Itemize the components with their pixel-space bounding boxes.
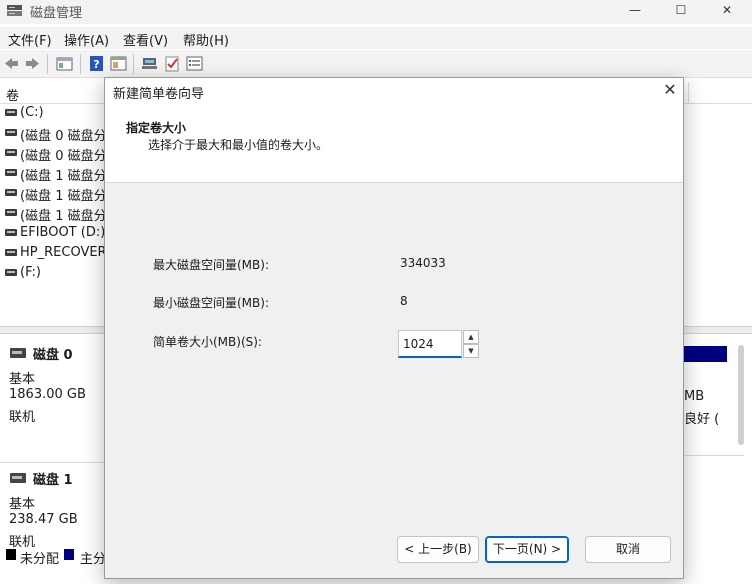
column-header-cell[interactable] — [688, 82, 744, 104]
back-button[interactable]: < 上一步(B) — [397, 536, 479, 563]
wizard-step-subtitle: 选择介于最大和最小值的卷大小。 — [148, 138, 329, 152]
volume-icon — [5, 189, 17, 196]
legend-unallocated-label: 未分配 — [20, 552, 60, 567]
new-simple-volume-wizard: 新建简单卷向导 ✕ 指定卷大小 选择介于最大和最小值的卷大小。 最大磁盘空间量(… — [104, 77, 684, 579]
menu-file[interactable]: 文件(F) — [8, 30, 52, 49]
volume-icon — [5, 129, 17, 136]
disk-management-icon — [7, 5, 22, 16]
menu-help[interactable]: 帮助(H) — [183, 30, 229, 49]
dialog-titlebar: 新建简单卷向导 ✕ — [105, 78, 683, 105]
toolbar-separator — [80, 54, 81, 74]
max-space-label: 最大磁盘空间量(MB): — [153, 258, 269, 272]
back-icon[interactable] — [3, 55, 20, 72]
partition-size-partial: MB — [684, 389, 705, 404]
app-title: 磁盘管理 — [30, 6, 83, 21]
menu-view[interactable]: 查看(V) — [123, 30, 168, 49]
toolbar: ? — [0, 50, 752, 78]
min-space-label: 最小磁盘空间量(MB): — [153, 296, 269, 310]
disk-type: 基本 — [9, 372, 36, 387]
volume-label: (F:) — [20, 265, 41, 280]
volume-label: (C:) — [20, 105, 44, 120]
spin-down-button[interactable]: ▼ — [463, 344, 479, 358]
volume-row[interactable]: (磁盘 0 磁盘分 — [0, 124, 110, 144]
volume-row[interactable]: (磁盘 1 磁盘分 — [0, 204, 110, 224]
disk-size: 238.47 GB — [9, 512, 78, 527]
volume-label: (磁盘 0 磁盘分 — [20, 129, 107, 144]
volume-icon — [5, 149, 17, 156]
volume-row[interactable]: (C:) — [0, 104, 110, 124]
next-button[interactable]: 下一页(N) > — [485, 536, 569, 563]
maximize-button[interactable]: ☐ — [658, 0, 704, 20]
volume-icon — [5, 109, 17, 116]
volume-label: (磁盘 1 磁盘分 — [20, 189, 107, 204]
volume-label: (磁盘 1 磁盘分 — [20, 209, 107, 224]
volume-size-label: 简单卷大小(MB)(S): — [153, 335, 262, 349]
volume-row[interactable]: (磁盘 1 磁盘分 — [0, 164, 110, 184]
disk-status: 联机 — [9, 410, 36, 425]
console-icon[interactable] — [110, 55, 127, 72]
forward-icon[interactable] — [24, 55, 41, 72]
disk-separator — [0, 462, 104, 463]
volume-row[interactable]: (磁盘 0 磁盘分 — [0, 144, 110, 164]
menu-bar: 文件(F) 操作(A) 查看(V) 帮助(H) — [0, 27, 752, 49]
volume-icon — [5, 229, 17, 236]
check-icon[interactable] — [164, 55, 181, 72]
dialog-title: 新建简单卷向导 — [113, 87, 205, 102]
close-window-button[interactable]: ✕ — [704, 0, 750, 20]
volume-size-stepper: ▲ ▼ — [398, 330, 480, 358]
wizard-step-title: 指定卷大小 — [126, 121, 187, 135]
properties-icon[interactable] — [56, 55, 73, 72]
partition-header-bar — [684, 346, 727, 362]
max-space-value: 334033 — [400, 256, 446, 270]
help-icon[interactable]: ? — [88, 55, 105, 72]
min-space-value: 8 — [400, 294, 408, 308]
legend-unallocated-swatch — [6, 549, 16, 560]
volume-icon — [5, 169, 17, 176]
volume-icon — [5, 209, 17, 216]
disk-type: 基本 — [9, 497, 36, 512]
partition-status-partial: 良好 ( — [684, 412, 720, 427]
legend-primary-label: 主分 — [80, 552, 107, 567]
disk-name: 磁盘 1 — [33, 473, 73, 488]
wizard-header: 指定卷大小 选择介于最大和最小值的卷大小。 — [105, 105, 683, 183]
volume-size-input[interactable] — [398, 330, 462, 358]
svg-text:?: ? — [93, 58, 99, 71]
disk-name: 磁盘 0 — [33, 348, 73, 363]
dialog-close-button[interactable]: ✕ — [661, 81, 679, 99]
minimize-button[interactable]: — — [612, 0, 658, 20]
app-titlebar: 磁盘管理 — ☐ ✕ — [0, 0, 752, 24]
volume-row[interactable]: HP_RECOVER — [0, 244, 110, 264]
disk-1-block[interactable]: 磁盘 1 基本 238.47 GB 联机 — [0, 467, 104, 550]
legend: 未分配 主分 — [0, 546, 110, 567]
disk-pane-scrollbar[interactable] — [738, 345, 744, 445]
disk-icon — [10, 473, 26, 483]
cancel-button[interactable]: 取消 — [585, 536, 671, 563]
volume-label: (磁盘 1 磁盘分 — [20, 169, 107, 184]
volume-icon — [5, 269, 17, 276]
volume-icon — [5, 249, 17, 256]
volume-row[interactable]: (F:) — [0, 264, 110, 284]
partition-separator — [684, 455, 744, 456]
volume-list: (C:) (磁盘 0 磁盘分 (磁盘 0 磁盘分 (磁盘 1 磁盘分 (磁盘 1… — [0, 104, 110, 326]
volume-label: HP_RECOVER — [20, 245, 107, 260]
toolbar-separator — [47, 54, 48, 74]
disk-size: 1863.00 GB — [9, 387, 86, 402]
column-volume-label[interactable]: 卷 — [6, 85, 19, 104]
disk-icon — [10, 348, 26, 358]
disk-0-block[interactable]: 磁盘 0 基本 1863.00 GB 联机 — [0, 342, 104, 456]
spin-up-button[interactable]: ▲ — [463, 330, 479, 344]
legend-primary-swatch — [64, 549, 74, 560]
volume-label: (磁盘 0 磁盘分 — [20, 149, 107, 164]
list-icon[interactable] — [186, 55, 203, 72]
toolbar-separator — [133, 54, 134, 74]
volume-label: EFIBOOT (D:) — [20, 225, 106, 240]
volume-row[interactable]: (磁盘 1 磁盘分 — [0, 184, 110, 204]
connect-icon[interactable] — [141, 55, 158, 72]
menu-action[interactable]: 操作(A) — [64, 30, 109, 49]
volume-row[interactable]: EFIBOOT (D:) — [0, 224, 110, 244]
